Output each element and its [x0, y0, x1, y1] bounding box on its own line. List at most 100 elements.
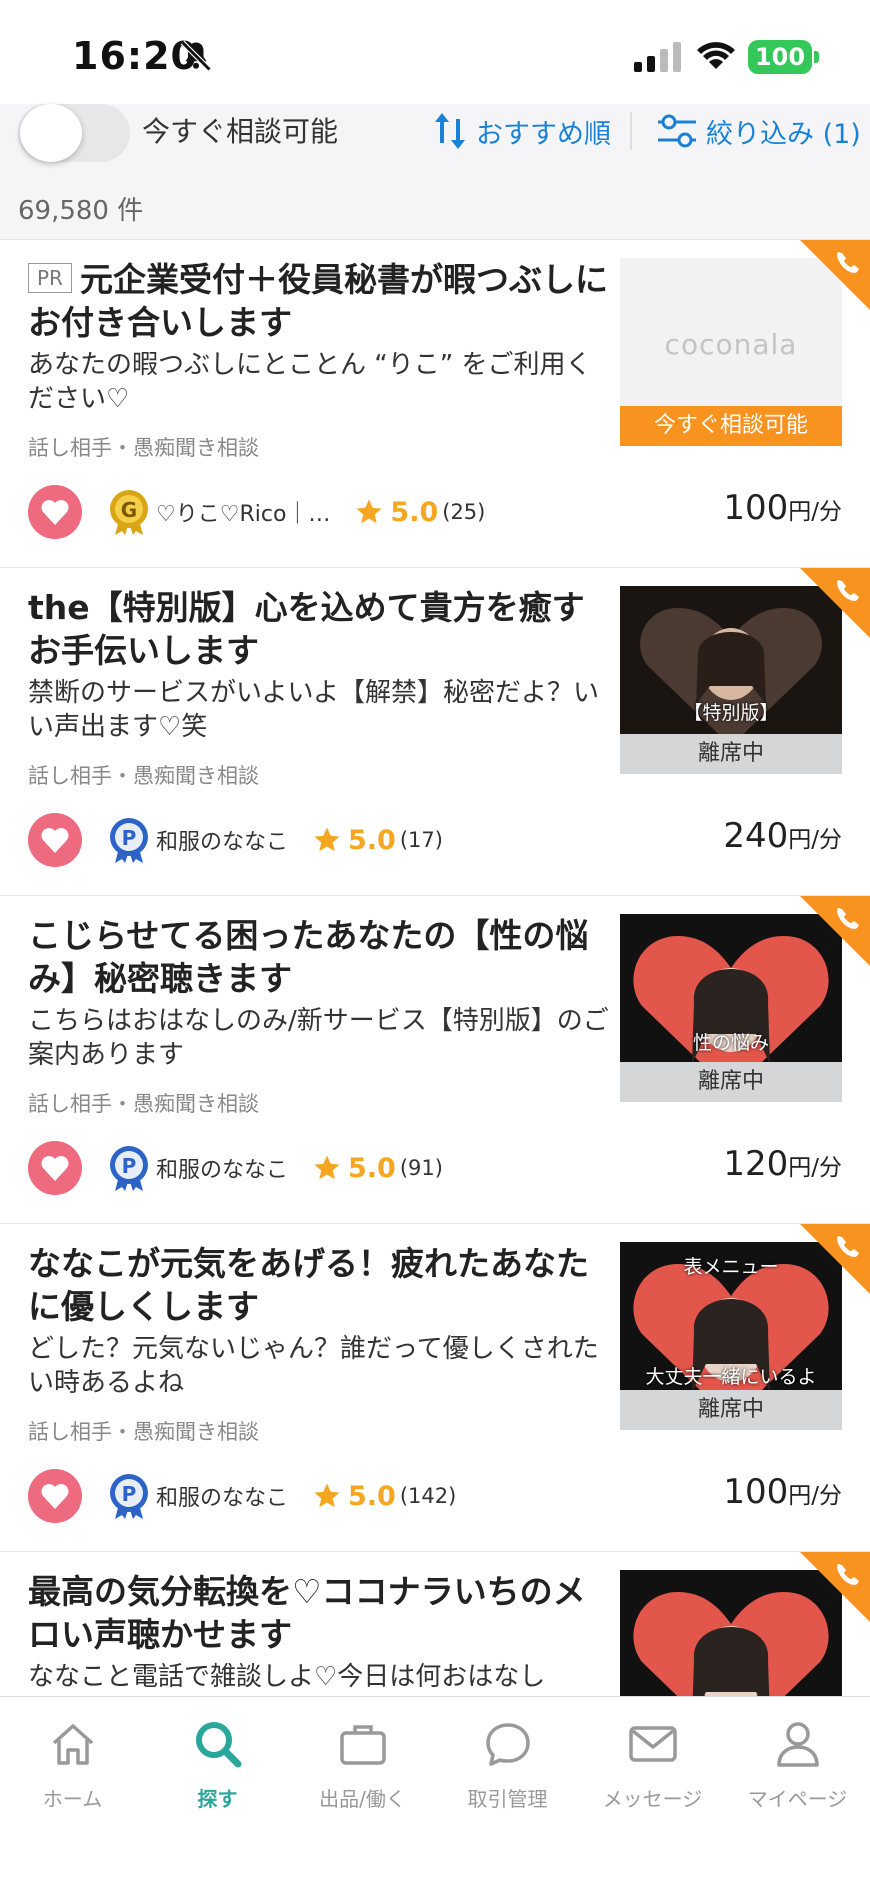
filter-bar: 今すぐ相談可能 おすすめ順 絞り込み (1) 69,580 件 — [0, 104, 870, 240]
card-footer: P 和服のななこ 5.0 (17) — [28, 812, 443, 868]
toggle-knob — [20, 104, 82, 162]
card-description: ななこと電話で雑談しよ♡今日は何おはなし — [28, 1662, 546, 1692]
heart-icon — [41, 1156, 69, 1181]
favorite-button[interactable] — [28, 1141, 82, 1195]
available-now-label: 今すぐ相談可能 — [142, 115, 339, 148]
price-unit: 円/分 — [788, 827, 842, 853]
tab-mypage[interactable]: マイページ — [725, 1717, 870, 1812]
user-icon — [776, 1722, 819, 1767]
star-icon — [356, 499, 382, 524]
phone-corner-icon — [800, 1552, 870, 1622]
wifi-icon — [697, 42, 735, 69]
card-title: PR 元企業受付＋役員秘書が暇つぶしにお付き合いします — [28, 258, 610, 344]
bottom-tab-bar: ホーム 探す 出品/働く 取引管理 メッセージ マイページ — [0, 1696, 870, 1882]
star-icon — [314, 1155, 340, 1180]
price-unit: 円/分 — [788, 1155, 842, 1181]
card-category: 話し相手・愚痴聞き相談 — [28, 764, 259, 788]
card-description: あなたの暇つぶしにとことん “りこ” をご利用ください♡ — [28, 350, 592, 414]
tab-search-label: 探す — [197, 1787, 238, 1811]
divider — [630, 112, 632, 150]
seller-name[interactable]: 和服のななこ — [156, 824, 288, 856]
review-count: (91) — [399, 1156, 443, 1180]
card-title: 最高の気分転換を♡ココナラいちのメロい声聴かせます — [28, 1572, 586, 1654]
bell-muted-icon — [180, 40, 212, 72]
seller-name[interactable]: ♡りこ♡Rico｜… — [156, 496, 330, 528]
battery-tip — [814, 51, 819, 63]
envelope-icon — [628, 1726, 677, 1762]
price-unit: 円/分 — [788, 499, 842, 525]
star-icon — [314, 827, 340, 852]
card-description: どした？元気ないじゃん？誰だって優しくされたい時あるよね — [28, 1334, 599, 1398]
card-category: 話し相手・愚痴聞き相談 — [28, 1092, 259, 1116]
price: 240円/分 — [723, 816, 842, 856]
card-footer: P 和服のななこ 5.0 (91) — [28, 1140, 443, 1196]
gold-rank-badge-icon: G — [110, 490, 148, 535]
phone-corner-icon — [800, 1224, 870, 1294]
platinum-rank-badge-icon: P — [110, 1474, 148, 1519]
platinum-rank-badge-icon: P — [110, 1146, 148, 1191]
platinum-rank-badge-icon: P — [110, 818, 148, 863]
rating-value: 5.0 — [348, 1152, 396, 1184]
tab-messages-label: メッセージ — [602, 1787, 703, 1811]
sort-arrows-icon — [435, 113, 465, 149]
service-card[interactable]: ななこが元気をあげる！疲れたあなたに優しくします どした？元気ないじゃん？誰だっ… — [0, 1224, 870, 1552]
card-category: 話し相手・愚痴聞き相談 — [28, 436, 259, 460]
tab-home[interactable]: ホーム — [0, 1717, 145, 1812]
card-description: こちらはおはなしのみ/新サービス【特別版】のご案内あります — [28, 1006, 609, 1070]
card-footer: G ♡りこ♡Rico｜… 5.0 (25) — [28, 484, 485, 540]
sort-label: おすすめ順 — [476, 118, 611, 150]
phone-corner-icon — [800, 896, 870, 966]
available-now-toggle[interactable] — [18, 104, 130, 162]
price: 100円/分 — [723, 488, 842, 528]
status-away-badge: 離席中 — [620, 1390, 842, 1430]
signal-icon — [634, 42, 681, 72]
filter-button[interactable]: 絞り込み (1) — [656, 108, 861, 154]
pr-badge: PR — [28, 263, 72, 293]
favorite-button[interactable] — [28, 485, 82, 539]
review-count: (25) — [442, 500, 486, 524]
price: 100円/分 — [723, 1472, 842, 1512]
tab-mypage-label: マイページ — [747, 1787, 848, 1811]
phone-corner-icon — [800, 240, 870, 310]
coconala-logo: coconala — [664, 328, 798, 361]
chat-bubble-icon — [485, 1723, 530, 1766]
seller-name[interactable]: 和服のななこ — [156, 1480, 288, 1512]
status-away-badge: 離席中 — [620, 1062, 842, 1102]
result-count: 69,580 件 — [18, 196, 144, 226]
price-value: 100 — [723, 1472, 789, 1512]
card-description: 禁断のサービスがいよいよ【解禁】秘密だよ？いい声出ます♡笑 — [28, 678, 599, 742]
service-card[interactable]: PR 元企業受付＋役員秘書が暇つぶしにお付き合いします あなたの暇つぶしにとことん… — [0, 240, 870, 568]
thumbnail-caption: 性の悩み — [692, 1032, 769, 1054]
card-title-text: 元企業受付＋役員秘書が暇つぶしにお付き合いします — [28, 260, 608, 342]
status-bar: 16:20 100 — [0, 0, 870, 104]
service-card[interactable]: こじらせてる困ったあなたの【性の悩み】秘密聴きます こちらはおはなしのみ/新サー… — [0, 896, 870, 1224]
seller-name[interactable]: 和服のななこ — [156, 1152, 288, 1184]
home-icon — [52, 1724, 93, 1765]
tab-search[interactable]: 探す — [145, 1717, 290, 1812]
price-value: 240 — [723, 816, 789, 856]
price-value: 120 — [723, 1144, 789, 1184]
service-card[interactable]: the【特別版】心を込めて貴方を癒すお手伝いします 禁断のサービスがいよいよ【解… — [0, 568, 870, 896]
price: 120円/分 — [723, 1144, 842, 1184]
star-icon — [314, 1483, 340, 1508]
heart-icon — [41, 1484, 69, 1509]
rank-letter: P — [122, 1482, 137, 1506]
thumbnail-caption: 【特別版】 — [683, 702, 779, 724]
rank-letter: G — [121, 498, 137, 522]
review-count: (17) — [399, 828, 443, 852]
sort-button[interactable]: おすすめ順 — [432, 108, 611, 154]
tab-transactions[interactable]: 取引管理 — [435, 1717, 580, 1812]
tab-messages[interactable]: メッセージ — [580, 1717, 725, 1812]
status-away-badge: 離席中 — [620, 734, 842, 774]
favorite-button[interactable] — [28, 1469, 82, 1523]
rating-value: 5.0 — [348, 824, 396, 856]
price-unit: 円/分 — [788, 1483, 842, 1509]
tab-sell[interactable]: 出品/働く — [290, 1717, 435, 1812]
status-available-badge: 今すぐ相談可能 — [620, 406, 842, 446]
card-title: the【特別版】心を込めて貴方を癒すお手伝いします — [28, 588, 585, 670]
heart-icon — [41, 828, 69, 853]
price-value: 100 — [723, 488, 789, 528]
tab-transactions-label: 取引管理 — [467, 1787, 548, 1811]
favorite-button[interactable] — [28, 813, 82, 867]
card-footer: P 和服のななこ 5.0 (142) — [28, 1468, 456, 1524]
